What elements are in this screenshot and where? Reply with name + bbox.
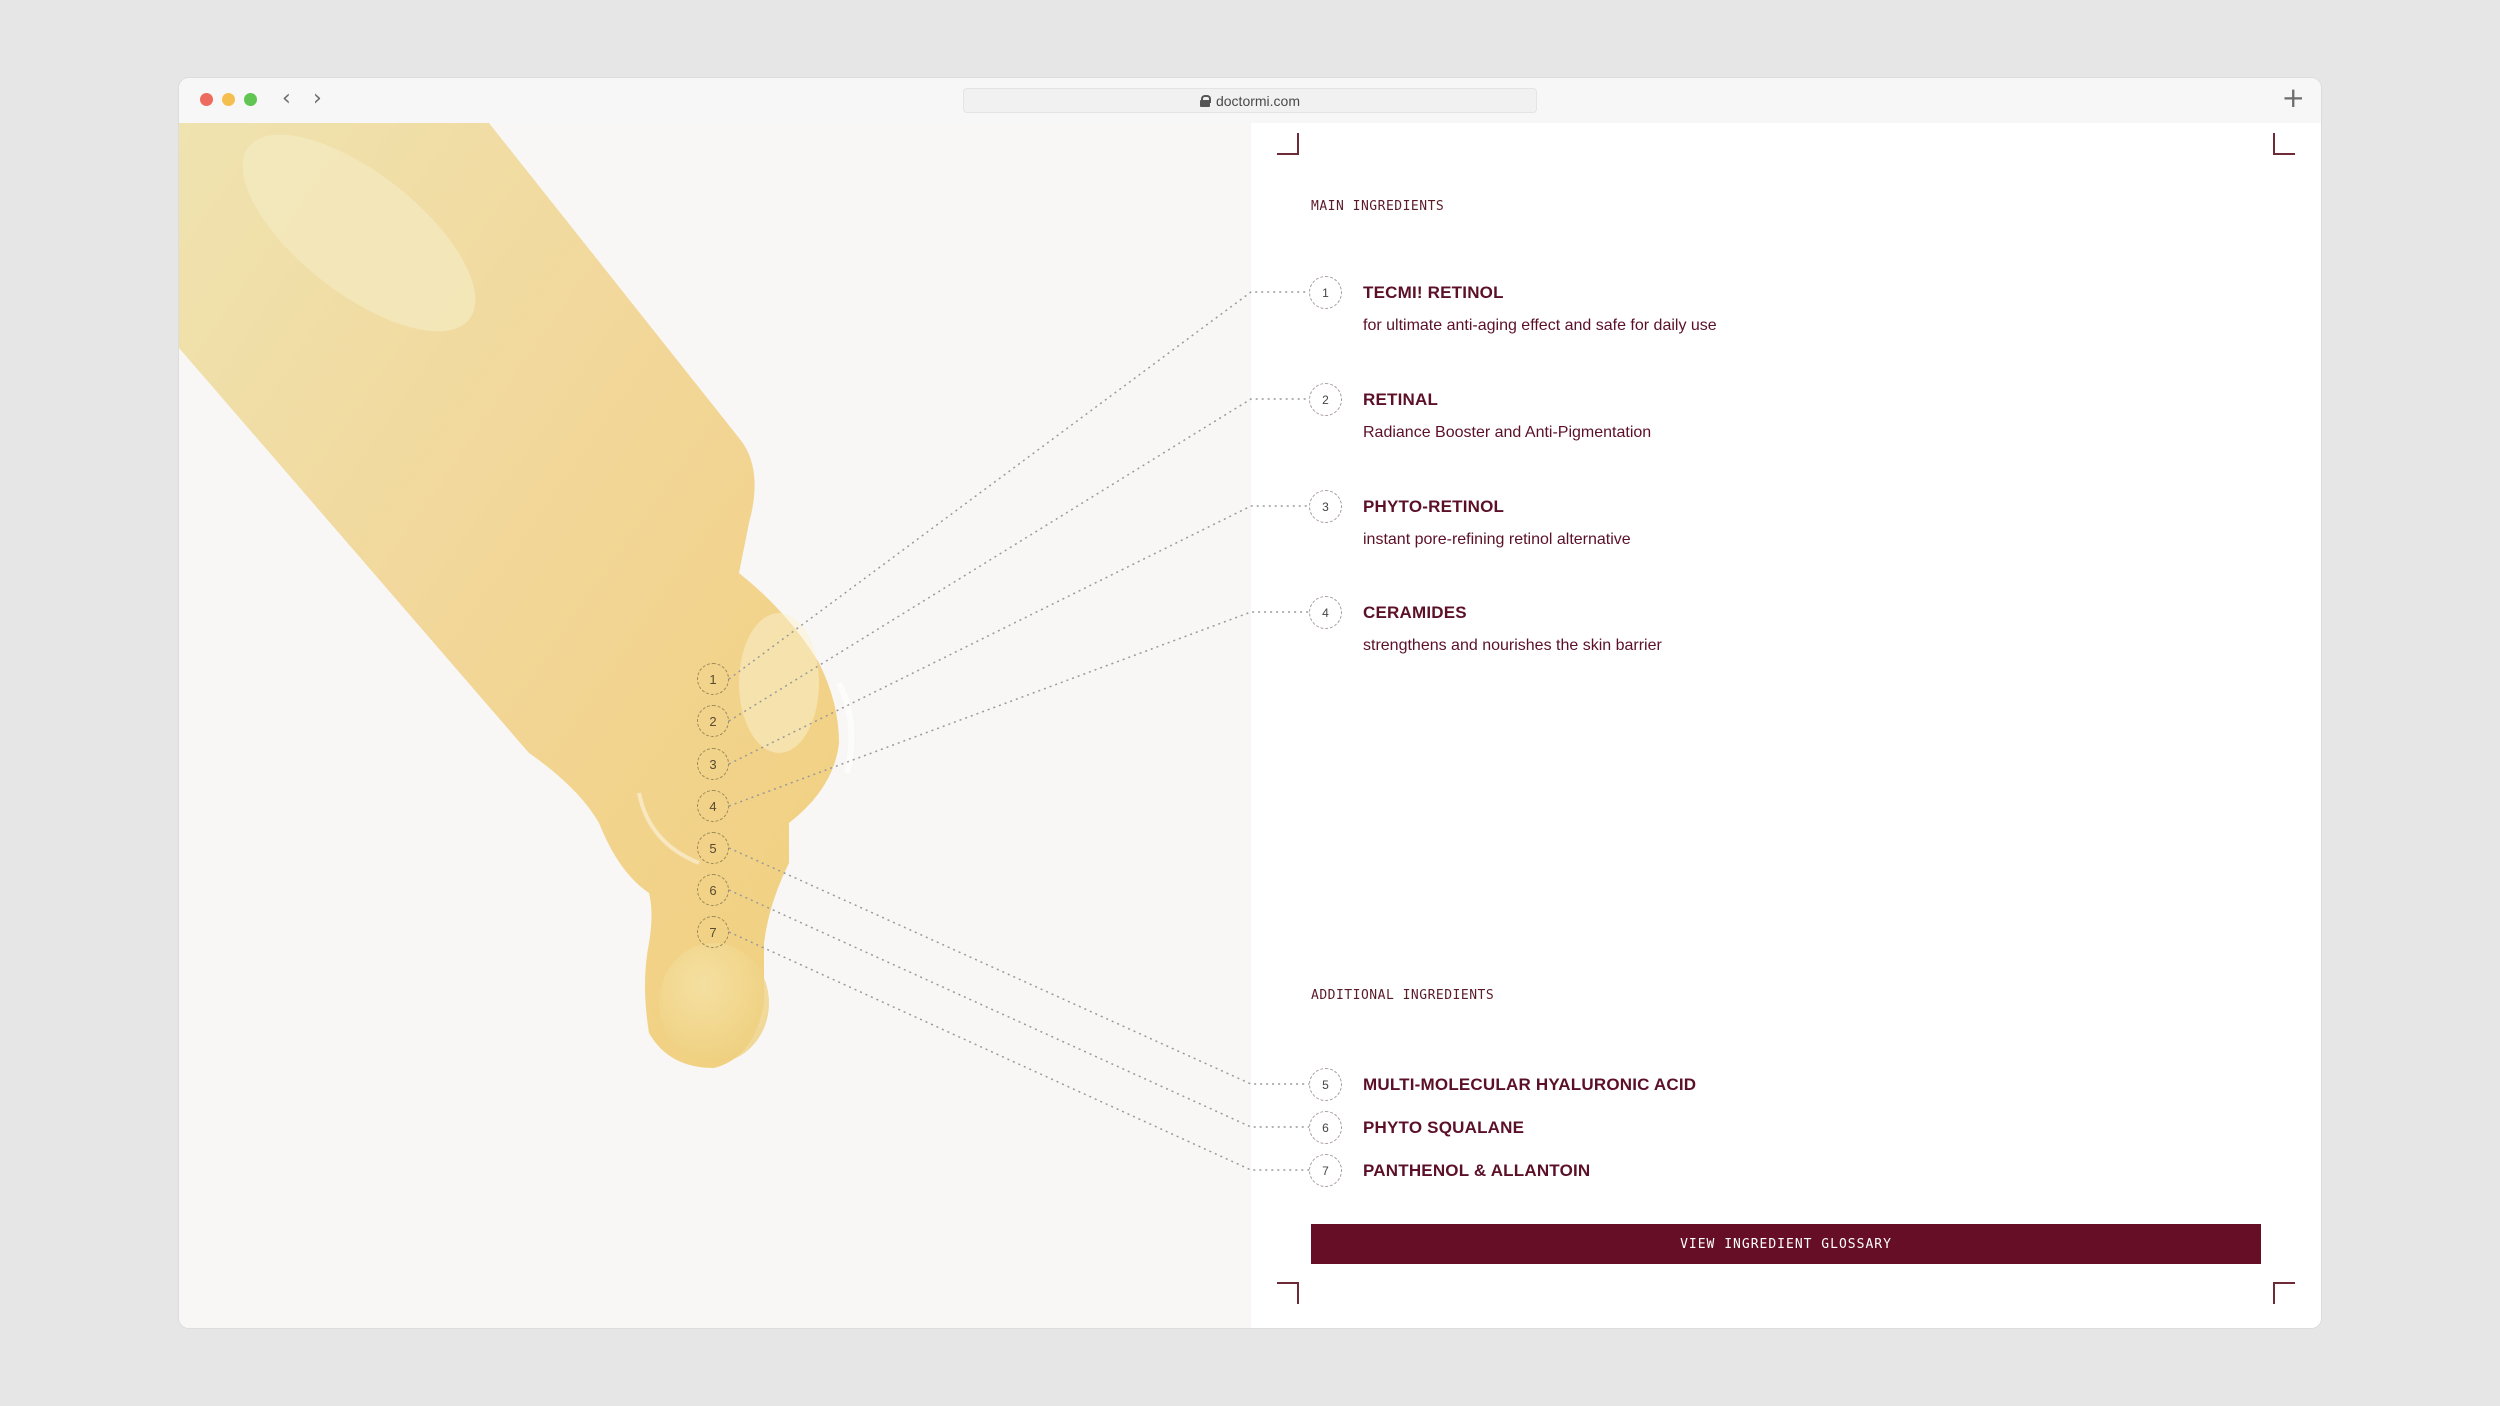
ingredient-name: PANTHENOL & ALLANTOIN <box>1363 1161 1591 1180</box>
page-content: MAIN INGREDIENTS 1 TECMI! RETINOL for ul… <box>179 123 2321 1328</box>
ingredient-description: strengthens and nourishes the skin barri… <box>1363 637 1662 654</box>
lock-icon <box>1199 94 1211 107</box>
corner-bracket-bottom-right <box>2273 1282 2295 1304</box>
ingredient-number: 1 <box>1309 276 1342 309</box>
forward-arrow-icon[interactable]: › <box>313 88 322 110</box>
view-ingredient-glossary-button[interactable]: VIEW INGREDIENT GLOSSARY <box>1311 1224 2261 1264</box>
ingredient-number: 4 <box>1309 596 1342 629</box>
ingredient-number: 5 <box>1309 1068 1342 1101</box>
ingredient-name: PHYTO SQUALANE <box>1363 1118 1525 1137</box>
image-marker-7[interactable]: 7 <box>697 916 729 948</box>
ingredient-description: for ultimate anti-aging effect and safe … <box>1363 317 1717 334</box>
additional-ingredients-heading: ADDITIONAL INGREDIENTS <box>1311 988 1495 1003</box>
ingredient-name: RETINAL <box>1363 390 1439 409</box>
corner-bracket-top-right <box>2273 133 2295 155</box>
ingredient-name: PHYTO-RETINOL <box>1363 497 1505 516</box>
ingredient-name: CERAMIDES <box>1363 603 1467 622</box>
url-text: doctormi.com <box>1215 92 1301 109</box>
image-marker-1[interactable]: 1 <box>697 663 729 695</box>
ingredient-number: 3 <box>1309 490 1342 523</box>
ingredient-description: Radiance Booster and Anti-Pigmentation <box>1363 424 1652 441</box>
maximize-dot[interactable] <box>244 93 257 106</box>
image-marker-4[interactable]: 4 <box>697 790 729 822</box>
ingredient-number: 2 <box>1309 383 1342 416</box>
corner-bracket-top-left <box>1277 133 1299 155</box>
ingredient-description: instant pore-refining retinol alternativ… <box>1363 531 1631 548</box>
close-dot[interactable] <box>200 93 213 106</box>
ingredient-name: TECMI! RETINOL <box>1363 283 1504 302</box>
ingredients-panel: MAIN INGREDIENTS 1 TECMI! RETINOL for ul… <box>1251 123 2321 1328</box>
minimize-dot[interactable] <box>222 93 235 106</box>
ingredient-number: 7 <box>1309 1154 1342 1187</box>
ingredient-name: MULTI-MOLECULAR HYALURONIC ACID <box>1363 1075 1697 1094</box>
image-marker-6[interactable]: 6 <box>697 874 729 906</box>
address-bar[interactable]: doctormi.com <box>963 88 1537 113</box>
image-marker-2[interactable]: 2 <box>697 705 729 737</box>
main-ingredients-heading: MAIN INGREDIENTS <box>1311 199 1445 214</box>
serum-drop <box>659 943 769 1063</box>
browser-toolbar: ‹ › doctormi.com + <box>179 78 2321 123</box>
image-marker-5[interactable]: 5 <box>697 832 729 864</box>
back-arrow-icon[interactable]: ‹ <box>282 88 291 110</box>
browser-window: ‹ › doctormi.com + MAIN INGREDIENTS 1 TE… <box>179 78 2321 1328</box>
image-marker-3[interactable]: 3 <box>697 748 729 780</box>
plus-icon[interactable]: + <box>2282 84 2305 112</box>
corner-bracket-bottom-left <box>1277 1282 1299 1304</box>
ingredient-number: 6 <box>1309 1111 1342 1144</box>
dropper-shape <box>179 123 839 1068</box>
